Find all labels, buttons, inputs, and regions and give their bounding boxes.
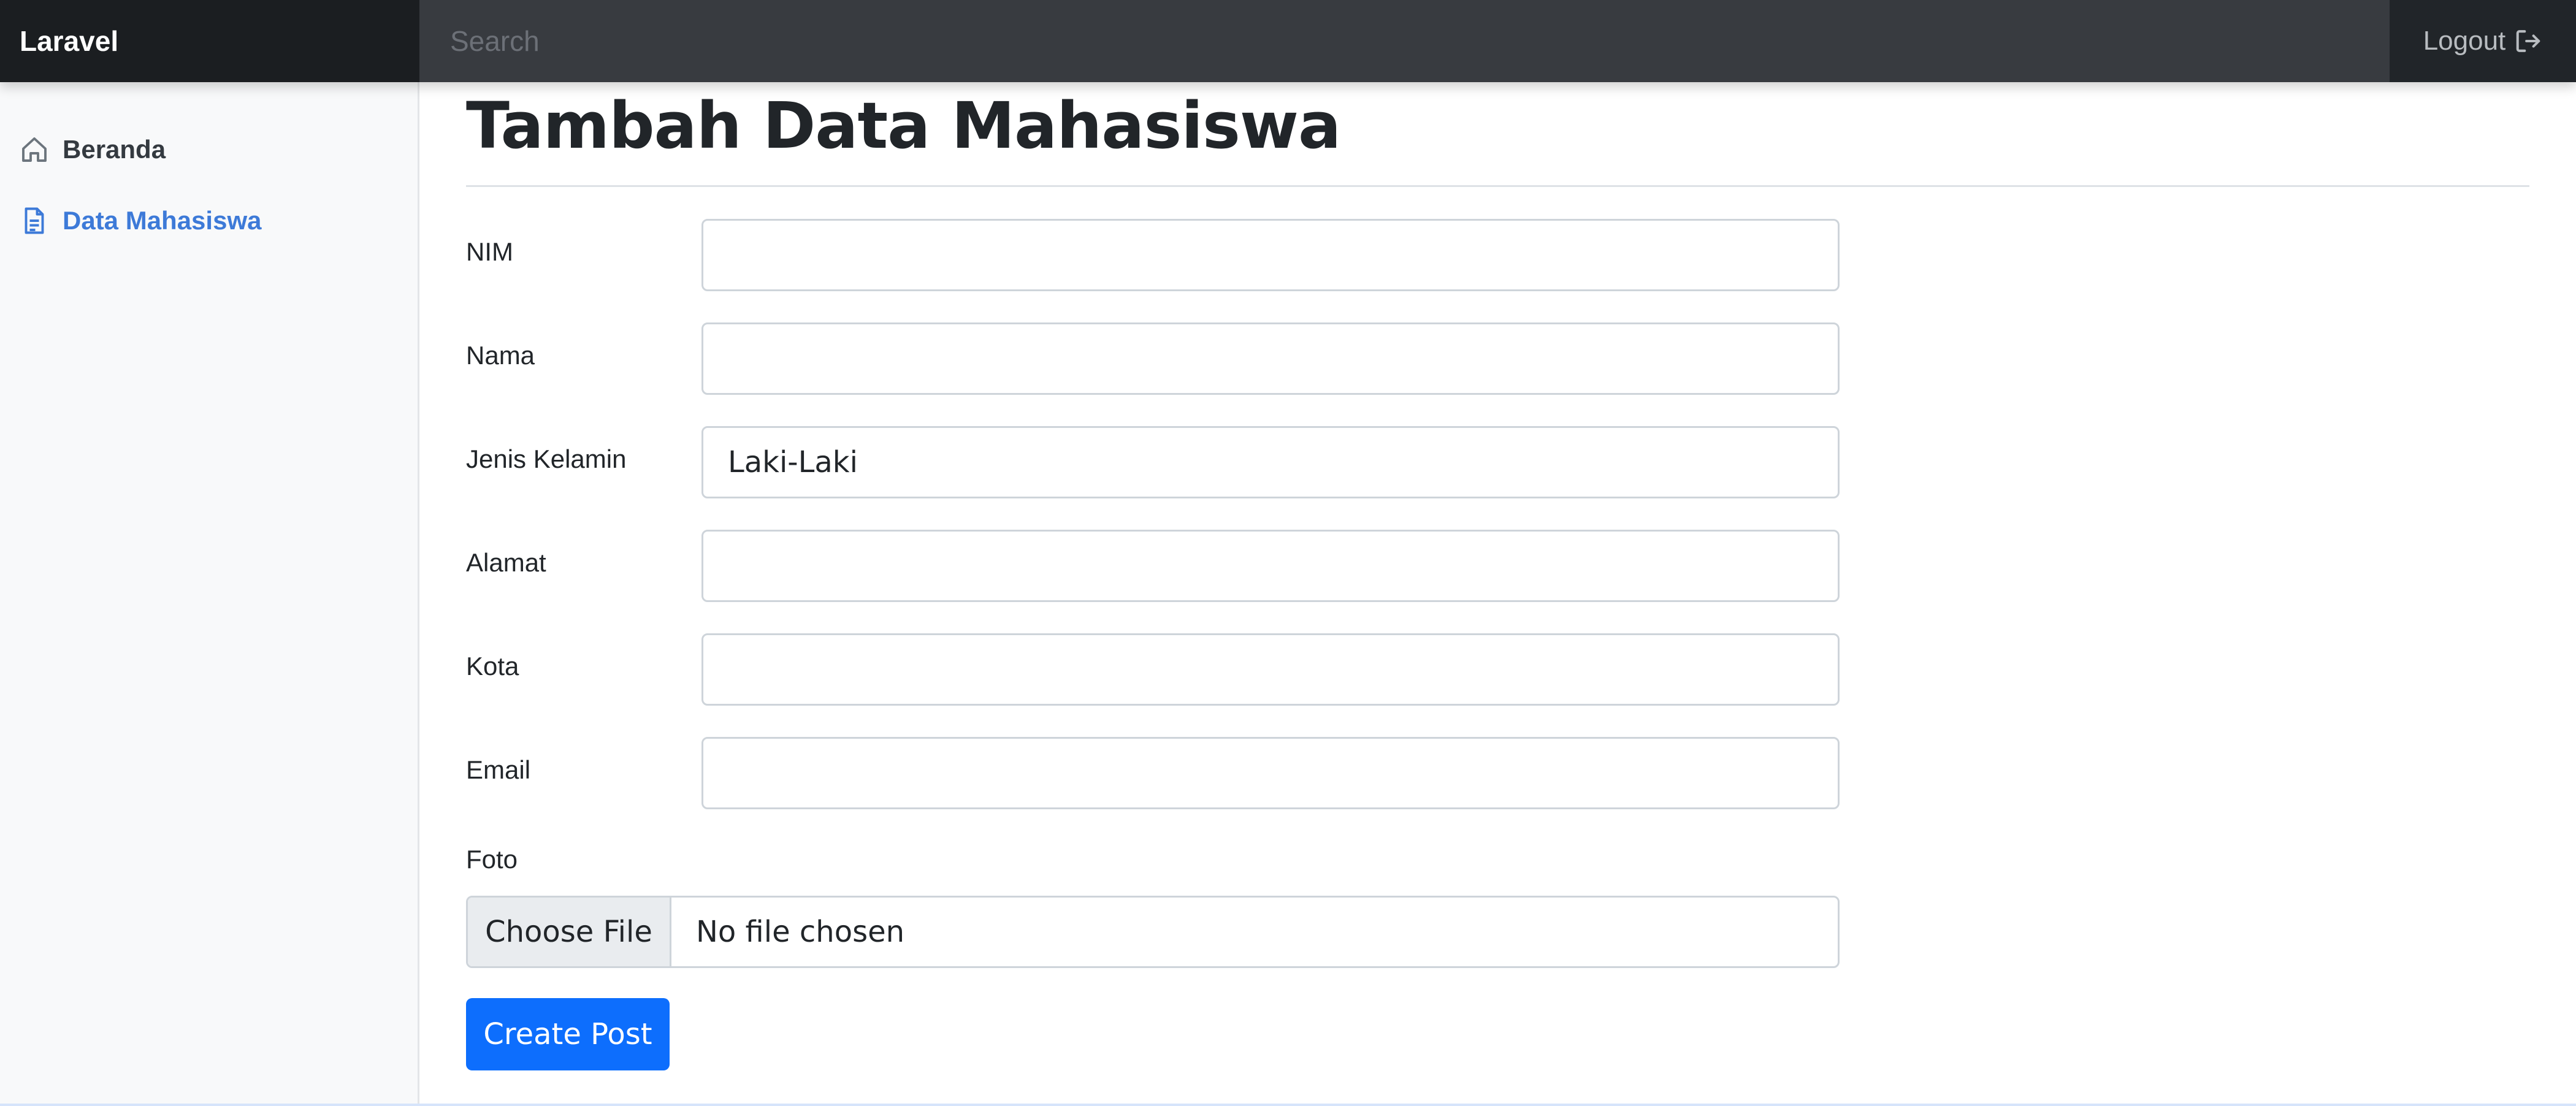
nim-field[interactable] bbox=[701, 219, 1840, 291]
house-icon bbox=[22, 137, 47, 162]
logout-label: Logout bbox=[2423, 26, 2506, 56]
jenis-kelamin-field[interactable] bbox=[701, 426, 1840, 498]
jenis-kelamin-label: Jenis Kelamin bbox=[466, 444, 627, 473]
search-container bbox=[419, 0, 2390, 82]
sidebar-item-label: Beranda bbox=[63, 135, 166, 164]
file-status-text: No file chosen bbox=[696, 915, 905, 949]
sidebar-item-label: Data Mahasiswa bbox=[63, 206, 262, 235]
foto-label: Foto bbox=[466, 845, 518, 874]
create-post-button[interactable]: Create Post bbox=[466, 998, 670, 1070]
kota-field[interactable] bbox=[701, 633, 1840, 706]
sidebar-item-beranda[interactable]: Beranda bbox=[20, 135, 166, 164]
nama-label: Nama bbox=[466, 341, 535, 370]
top-navbar: Laravel Logout bbox=[0, 0, 2576, 82]
alamat-label: Alamat bbox=[466, 548, 546, 577]
box-arrow-right-icon bbox=[2517, 30, 2540, 52]
alamat-field[interactable] bbox=[701, 530, 1840, 602]
email-label: Email bbox=[466, 755, 531, 784]
file-text-icon bbox=[25, 207, 44, 234]
kota-label: Kota bbox=[466, 652, 519, 681]
title-divider bbox=[466, 185, 2529, 187]
nama-field[interactable] bbox=[701, 322, 1840, 395]
logout-link[interactable]: Logout bbox=[2390, 0, 2576, 82]
foto-file-input[interactable]: Choose File No file chosen bbox=[466, 896, 1840, 968]
nim-label: NIM bbox=[466, 237, 513, 266]
page-title: Tambah Data Mahasiswa bbox=[466, 88, 1341, 163]
page-bottom-border bbox=[0, 1104, 2576, 1106]
email-field[interactable] bbox=[701, 737, 1840, 809]
sidebar: Beranda Data Mahasiswa bbox=[0, 82, 419, 1106]
search-input[interactable] bbox=[419, 0, 2390, 82]
choose-file-button[interactable]: Choose File bbox=[468, 898, 671, 966]
sidebar-item-data-mahasiswa[interactable]: Data Mahasiswa bbox=[20, 206, 261, 235]
brand-link[interactable]: Laravel bbox=[0, 0, 419, 82]
